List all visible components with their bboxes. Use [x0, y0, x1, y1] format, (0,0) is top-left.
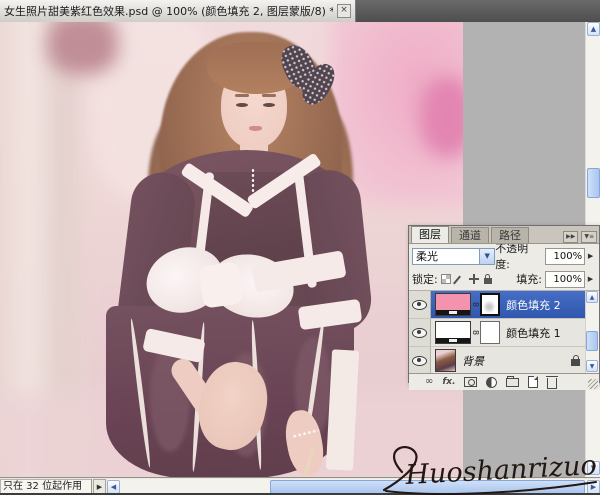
photo-eyebrow [262, 94, 276, 97]
mask-link-icon[interactable]: 8 [471, 330, 480, 335]
layer-name: 背景 [462, 353, 484, 369]
scroll-up-icon[interactable]: ▲ [587, 22, 600, 36]
opacity-spinner-icon[interactable]: ▶ [585, 249, 596, 264]
panel-resize-grip[interactable] [588, 379, 598, 389]
document-title: 女生照片甜美紫红色效果.psd @ 100% (颜色填充 2, 图层蒙版/8) … [4, 3, 333, 19]
close-icon[interactable]: × [337, 4, 351, 18]
scroll-right-icon[interactable]: ▶ [587, 480, 600, 494]
layer-row-color-fill-1[interactable]: 8 颜色填充 1 [409, 319, 599, 347]
scroll-left-icon[interactable]: ◀ [107, 480, 120, 494]
panel-footer: ∞ fx. [409, 373, 599, 390]
chevron-down-icon[interactable]: ▼ [479, 249, 494, 264]
lock-position-icon[interactable] [469, 274, 479, 284]
delete-layer-icon[interactable] [547, 378, 557, 389]
photo-eyebrow [235, 94, 249, 97]
mask-link-icon[interactable]: 8 [471, 302, 480, 307]
panel-collapse-icon[interactable]: ▶▶ [563, 231, 578, 243]
title-bar: 女生照片甜美紫红色效果.psd @ 100% (颜色填充 2, 图层蒙版/8) … [0, 0, 600, 22]
blend-mode-value: 柔光 [413, 248, 479, 264]
layers-panel: 图层 通道 路径 ▶▶ ▼≡ 柔光 ▼ 不透明度: 100% ▶ 锁定: [408, 225, 600, 383]
photo-necklace [251, 168, 255, 192]
layer-style-icon[interactable]: fx. [442, 377, 455, 387]
layer-mask-thumbnail[interactable] [480, 321, 500, 344]
adjustment-layer-icon[interactable] [486, 377, 497, 388]
fill-label: 填充: [516, 271, 542, 287]
document-tab[interactable]: 女生照片甜美紫红色效果.psd @ 100% (颜色填充 2, 图层蒙版/8) … [0, 0, 356, 22]
scroll-down-icon[interactable]: ▼ [586, 360, 598, 372]
layer-lock-icon [571, 355, 581, 366]
photo-mouth [249, 126, 262, 131]
layer-mask-thumbnail[interactable] [480, 293, 500, 316]
opacity-input[interactable]: 100% [545, 248, 585, 265]
scroll-up-icon[interactable]: ▲ [586, 291, 598, 303]
photo-eye [263, 103, 275, 107]
layer-name: 颜色填充 1 [506, 325, 561, 341]
panel-menu-icon[interactable]: ▼≡ [581, 231, 597, 243]
lock-label: 锁定: [412, 271, 438, 287]
fill-layer-thumbnail[interactable] [435, 321, 471, 344]
eye-icon [412, 356, 427, 366]
fill-layer-thumbnail[interactable] [435, 293, 471, 316]
photo-waist-bow-knot [198, 261, 243, 308]
photo-eye [236, 103, 248, 107]
horizontal-scrollbar-thumb[interactable] [270, 480, 585, 494]
visibility-toggle[interactable] [409, 291, 431, 318]
lock-all-icon[interactable] [483, 274, 493, 284]
new-group-icon[interactable] [506, 378, 519, 387]
tab-paths[interactable]: 路径 [491, 227, 529, 243]
panel-scrollbar-thumb[interactable] [586, 331, 598, 351]
photo-canvas[interactable] [0, 22, 463, 477]
workspace: Huoshanrizuo ▲ ▼ 图层 通道 路径 ▶▶ ▼≡ [0, 22, 600, 477]
layer-list: 8 颜色填充 2 8 颜色填充 1 背景 [409, 290, 599, 373]
panel-scrollbar[interactable]: ▲ ▼ [585, 291, 599, 373]
layer-row-color-fill-2[interactable]: 8 颜色填充 2 [409, 291, 599, 319]
tab-layers[interactable]: 图层 [411, 226, 449, 243]
fill-input[interactable]: 100% [545, 271, 585, 288]
opacity-label: 不透明度: [495, 240, 542, 272]
blend-mode-row: 柔光 ▼ 不透明度: 100% ▶ [409, 244, 599, 268]
eye-icon [412, 300, 427, 310]
photoshop-window: 女生照片甜美紫红色效果.psd @ 100% (颜色填充 2, 图层蒙版/8) … [0, 0, 600, 495]
fill-spinner-icon[interactable]: ▶ [585, 272, 596, 287]
add-mask-icon[interactable] [464, 377, 477, 387]
link-layers-icon[interactable]: ∞ [425, 377, 433, 387]
new-layer-icon[interactable] [528, 376, 538, 388]
fill-slider-knob [449, 311, 457, 314]
eye-icon [412, 328, 427, 338]
lock-pixels-icon[interactable] [455, 274, 465, 284]
background-layer-thumbnail[interactable] [435, 349, 456, 372]
blend-mode-select[interactable]: 柔光 ▼ [412, 248, 495, 265]
fill-slider-knob [449, 339, 457, 342]
visibility-toggle[interactable] [409, 347, 431, 373]
panel-tab-bar: 图层 通道 路径 ▶▶ ▼≡ [409, 226, 599, 244]
layer-name: 颜色填充 2 [506, 297, 561, 313]
scroll-down-icon[interactable]: ▼ [587, 461, 600, 475]
layer-row-background[interactable]: 背景 [409, 347, 599, 373]
photo-bg-magenta [420, 77, 463, 157]
lock-transparency-icon[interactable] [441, 274, 451, 284]
visibility-toggle[interactable] [409, 319, 431, 346]
tab-channels[interactable]: 通道 [451, 227, 489, 243]
vertical-scrollbar-thumb[interactable] [587, 168, 600, 198]
photo-bg-blob [48, 22, 118, 74]
